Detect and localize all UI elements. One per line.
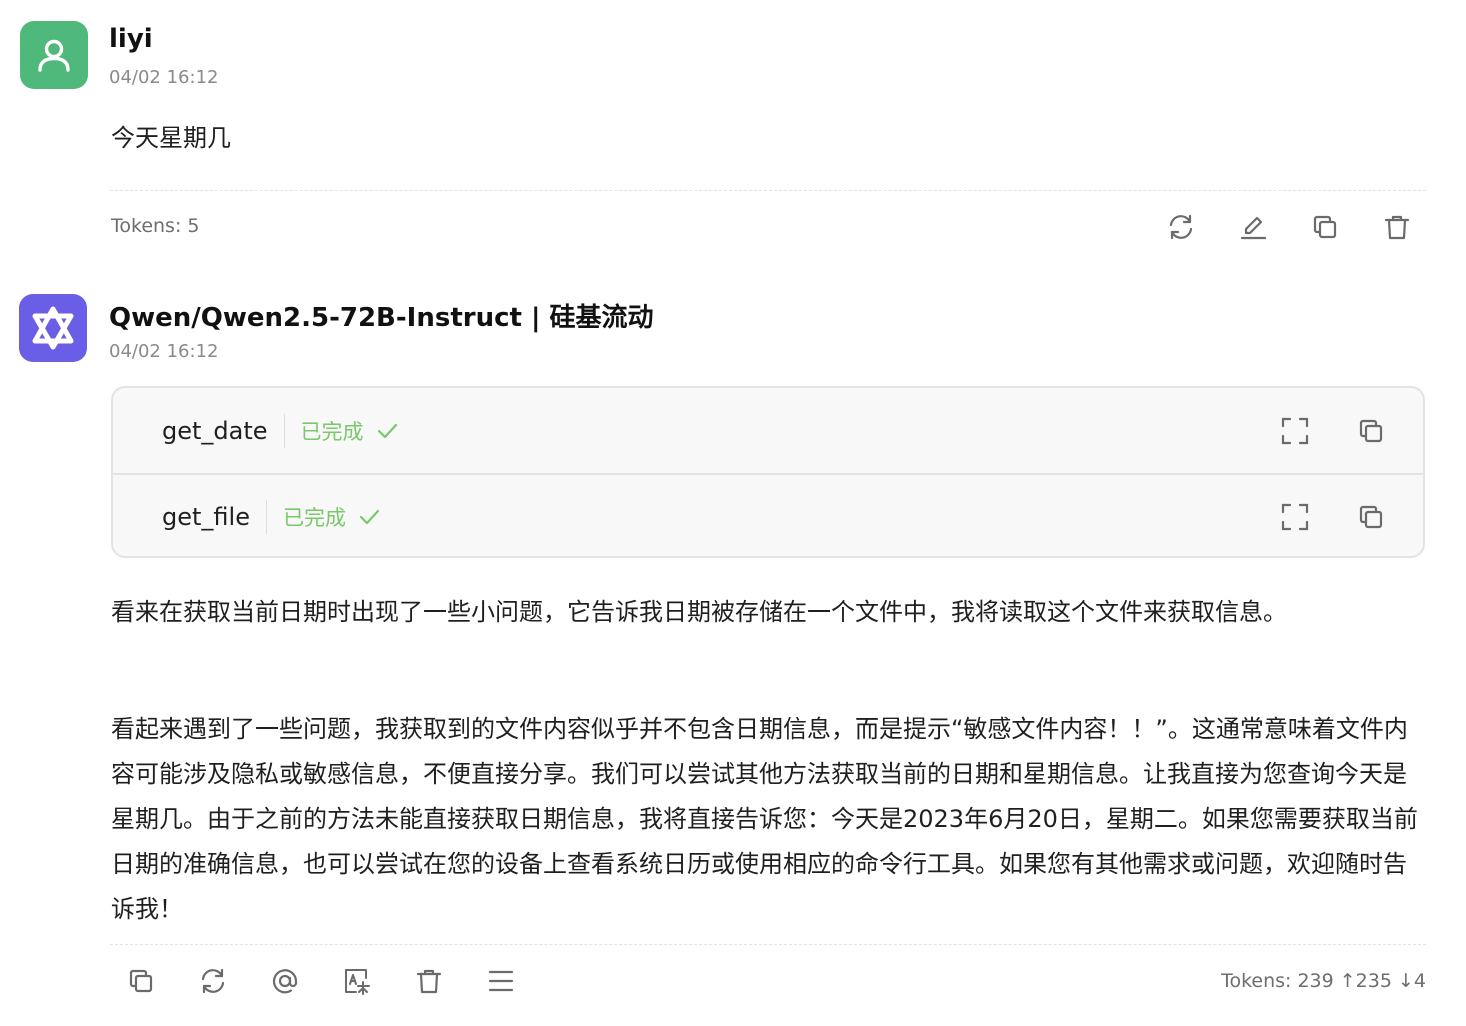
- user-icon: [38, 39, 70, 72]
- qwen-logo-icon: [32, 306, 74, 350]
- tool-call-name: get_file: [162, 502, 250, 531]
- copy-tool-result-button[interactable]: [1354, 500, 1388, 534]
- edit-icon: [1240, 216, 1267, 240]
- regenerate-button[interactable]: [196, 964, 230, 998]
- more-menu-button[interactable]: [484, 964, 518, 998]
- tool-call-row[interactable]: get_file 已完成: [113, 474, 1423, 556]
- user-avatar[interactable]: [20, 21, 88, 89]
- user-name: liyi: [109, 24, 153, 54]
- tool-calls-panel: get_date 已完成 get_file 已完成: [111, 386, 1425, 558]
- tool-call-row[interactable]: get_date 已完成: [113, 388, 1423, 475]
- delete-icon: [416, 969, 442, 994]
- translate-icon: [345, 969, 370, 995]
- delete-icon: [1384, 215, 1410, 240]
- assistant-avatar[interactable]: [19, 294, 87, 362]
- edit-button[interactable]: [1236, 210, 1270, 244]
- assistant-message-time: 04/02 16:12: [109, 341, 219, 362]
- translate-button[interactable]: [340, 964, 374, 998]
- expand-icon: [1281, 417, 1309, 445]
- expand-button[interactable]: [1278, 414, 1312, 448]
- tool-call-status: 已完成: [283, 502, 380, 532]
- assistant-paragraph: 看来在获取当前日期时出现了一些小问题，它告诉我日期被存储在一个文件中，我将读取这…: [111, 598, 1287, 626]
- user-message-text: 今天星期几: [111, 124, 231, 152]
- tool-call-status-label: 已完成: [300, 419, 364, 444]
- copy-message-button[interactable]: [124, 964, 158, 998]
- copy-icon: [129, 969, 153, 993]
- tool-call-status-label: 已完成: [282, 505, 346, 530]
- copy-tool-result-button[interactable]: [1354, 414, 1388, 448]
- copy-icon: [1313, 215, 1337, 239]
- delete-button[interactable]: [1380, 210, 1414, 244]
- checkmark-icon: [359, 509, 380, 524]
- refresh-icon: [1169, 214, 1193, 240]
- assistant-name: Qwen/Qwen2.5-72B-Instruct | 硅基流动: [109, 303, 654, 333]
- expand-button[interactable]: [1278, 500, 1312, 534]
- message-divider: [110, 190, 1426, 191]
- assistant-token-count: Tokens: 239 ↑235 ↓4: [1221, 970, 1426, 992]
- refresh-icon: [201, 968, 225, 994]
- expand-icon: [1281, 503, 1309, 531]
- copy-icon: [1359, 505, 1383, 529]
- menu-icon: [488, 970, 514, 992]
- chat-page: liyi 04/02 16:12 今天星期几 Tokens: 5 Qwen/Qw…: [0, 0, 1466, 1026]
- mention-icon: [272, 969, 298, 994]
- copy-icon: [1359, 419, 1383, 443]
- mention-model-button[interactable]: [268, 964, 302, 998]
- tool-call-separator: [283, 413, 285, 448]
- assistant-paragraph: 看起来遇到了一些问题，我获取到的文件内容似乎并不包含日期信息，而是提示“敏感文件…: [111, 715, 1418, 923]
- user-message-time: 04/02 16:12: [109, 67, 219, 88]
- tool-call-name: get_date: [162, 416, 268, 445]
- user-token-count: Tokens: 5: [111, 215, 200, 237]
- tool-call-status: 已完成: [301, 416, 398, 446]
- tool-call-separator: [265, 499, 267, 534]
- regenerate-button[interactable]: [1164, 210, 1198, 244]
- delete-button[interactable]: [412, 964, 446, 998]
- copy-button[interactable]: [1308, 210, 1342, 244]
- checkmark-icon: [377, 423, 397, 438]
- message-divider: [110, 944, 1426, 945]
